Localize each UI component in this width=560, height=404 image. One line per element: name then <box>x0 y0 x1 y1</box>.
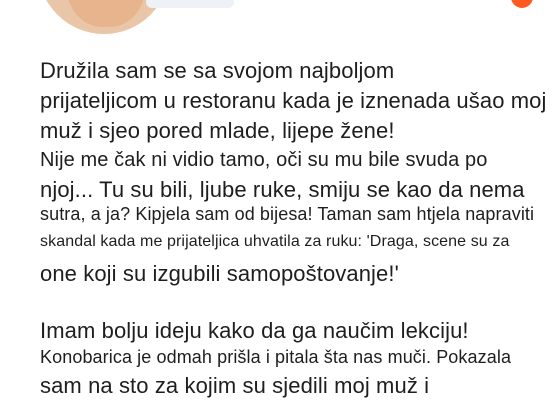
post-line-1: Družila sam se sa svojom najboljom <box>40 58 395 83</box>
post-line-5: njoj... Tu su bili, ljube ruke, smiju se… <box>40 177 525 202</box>
post-line-4: Nije me čak ni vidio tamo, oči su mu bil… <box>40 149 488 171</box>
post-line-3: muž i sjeo pored mlade, lijepe žene! <box>40 118 395 143</box>
post-line-7: skandal kada me prijateljica uhvatila za… <box>40 233 510 250</box>
post-line-11: sam na sto za kojim su sjedili moj muž i <box>40 373 430 398</box>
post-content: Družila sam se sa svojom najboljom prija… <box>0 0 560 404</box>
post-line-10: Konobarica je odmah prišla i pitala šta … <box>40 347 512 367</box>
post-line-9: Imam bolju ideju kako da ga naučim lekci… <box>40 318 469 343</box>
post-line-6: sutra, a ja? Kipjela sam od bijesa! Tama… <box>40 204 535 224</box>
post-line-2: prijateljicom u restoranu kada je iznena… <box>40 88 547 113</box>
post-line-8: one koji su izgubili samopoštovanje!' <box>40 261 399 286</box>
